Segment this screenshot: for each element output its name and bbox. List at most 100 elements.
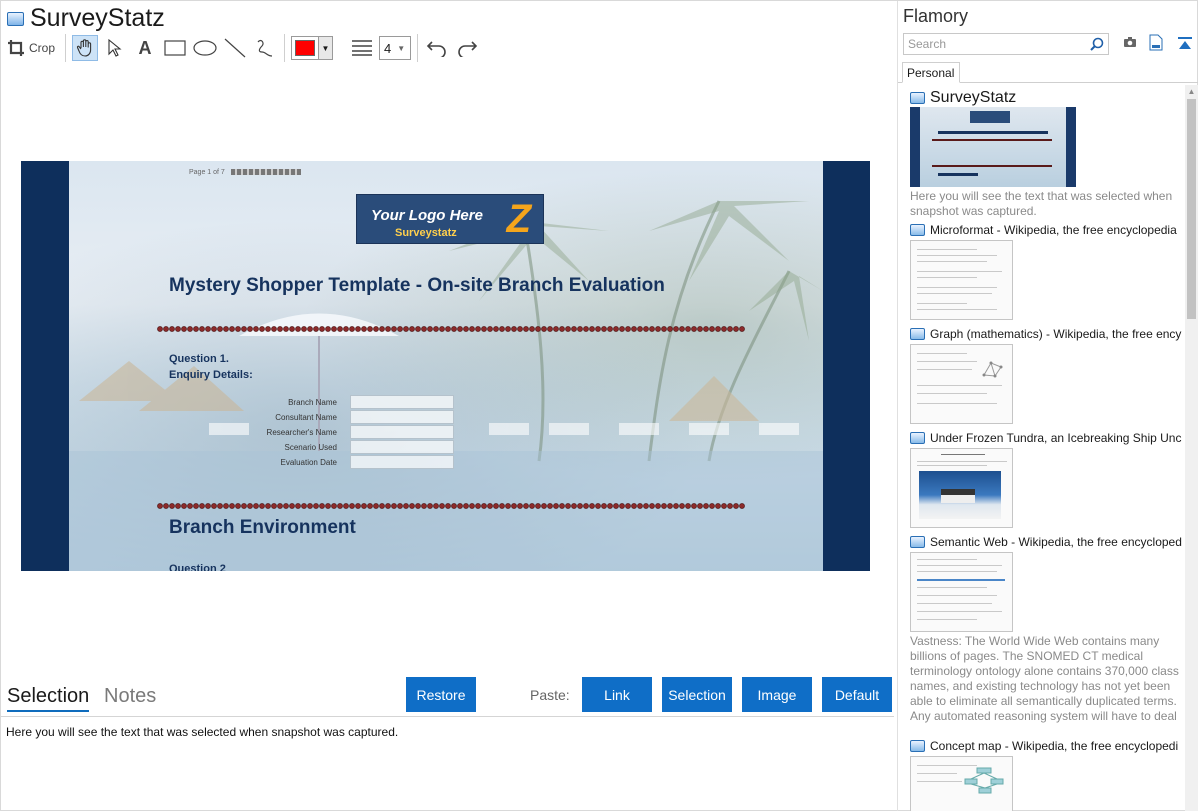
toolbar-divider [417, 34, 419, 62]
app-title: SurveyStatz [30, 4, 165, 32]
undo-icon [426, 41, 446, 57]
tab-notes[interactable]: Notes [104, 685, 156, 708]
thumbnail-line [917, 559, 977, 560]
list-item[interactable]: Microformat - Wikipedia, the free encycl… [910, 222, 1182, 320]
page-icon [910, 328, 925, 340]
redo-icon [458, 41, 478, 57]
thumbnail-line [917, 293, 992, 294]
scrollbar-thumb[interactable] [1187, 99, 1196, 319]
line-tool-button[interactable] [222, 35, 248, 61]
question-1: Question 1. Enquiry Details: [169, 351, 253, 383]
thumbnail-line [917, 781, 962, 782]
color-picker[interactable]: ▼ [291, 36, 334, 60]
thumbnail-line [917, 603, 992, 604]
page-indicator: Page 1 of 7 [189, 169, 301, 176]
freehand-icon [257, 39, 273, 57]
text-tool-button[interactable]: A [132, 35, 158, 61]
toolbar-divider [284, 34, 286, 62]
stroke-width-button[interactable] [349, 35, 375, 61]
paste-image-button[interactable]: Image [742, 677, 812, 712]
sidebar-scrollbar[interactable]: ▲ [1185, 85, 1198, 811]
bead-divider [157, 326, 745, 332]
list-item-header: Graph (mathematics) - Wikipedia, the fre… [910, 326, 1182, 342]
snapshot-page: Page 1 of 7 Your Logo Here Surveystatz Z… [69, 161, 823, 571]
question-1-sub: Enquiry Details: [169, 369, 253, 381]
form-label: Evaluation Date [280, 458, 337, 467]
list-item[interactable]: SurveyStatz Here you will see the text t… [910, 89, 1182, 219]
rectangle-icon [164, 40, 186, 56]
thumbnail-line [917, 403, 997, 404]
page-icon [910, 740, 925, 752]
paste-default-button[interactable]: Default [822, 677, 892, 712]
snapshot-list: SurveyStatz Here you will see the text t… [898, 85, 1182, 811]
list-item-header: Microformat - Wikipedia, the free encycl… [910, 222, 1182, 238]
list-item[interactable]: Graph (mathematics) - Wikipedia, the fre… [910, 326, 1182, 424]
redo-button[interactable] [454, 35, 480, 61]
thumbnail-logo [970, 111, 1010, 123]
thumbnail-line [917, 353, 967, 354]
list-item-title: Graph (mathematics) - Wikipedia, the fre… [930, 327, 1182, 341]
bead-divider [157, 503, 745, 509]
thumbnail-line [917, 619, 977, 620]
snapshot-thumbnail [910, 552, 1013, 632]
thumbnail-line [917, 277, 977, 278]
undo-button[interactable] [424, 35, 450, 61]
form-field [350, 410, 454, 424]
form-field [350, 395, 454, 409]
search-icon[interactable] [1090, 37, 1104, 51]
restore-button[interactable]: Restore [406, 677, 476, 712]
snapshot-image[interactable]: Page 1 of 7 Your Logo Here Surveystatz Z… [21, 161, 870, 571]
select-tool-button[interactable] [102, 35, 128, 61]
rectangle-tool-button[interactable] [162, 35, 188, 61]
stroke-width-value: 4 [384, 40, 392, 56]
ship-photo-detail [941, 489, 975, 503]
freehand-tool-button[interactable] [252, 35, 278, 61]
crop-label: Crop [29, 41, 56, 55]
graph-diagram-image [982, 361, 1003, 378]
thumbnail-line [917, 271, 1002, 272]
paste-link-button[interactable]: Link [582, 677, 652, 712]
stroke-width-select[interactable]: 4 ▼ [379, 36, 412, 60]
page-icon [7, 11, 24, 26]
form-field [350, 455, 454, 469]
paste-selection-button[interactable]: Selection [662, 677, 732, 712]
snapshot-thumbnail [910, 107, 1076, 187]
scroll-up-icon[interactable]: ▲ [1187, 87, 1196, 96]
list-item-header: Under Frozen Tundra, an Icebreaking Ship… [910, 430, 1182, 446]
question-1-label: Question 1. [169, 353, 229, 365]
document-heading: Mystery Shopper Template - On-site Branc… [169, 275, 665, 296]
crop-icon [8, 40, 24, 56]
sidebar-title: Flamory [903, 6, 969, 26]
page-indicator-text: Page 1 of 7 [189, 169, 225, 176]
snapshot-thumbnail [910, 344, 1013, 424]
thumbnail-line [917, 393, 987, 394]
page-icon [910, 536, 925, 548]
list-item-header: Semantic Web - Wikipedia, the free encyc… [910, 534, 1182, 550]
form-label: Scenario Used [284, 443, 337, 452]
chevron-down-icon: ▼ [318, 37, 333, 59]
hand-tool-button[interactable] [72, 35, 99, 61]
ellipse-tool-button[interactable] [192, 35, 218, 61]
thumbnail-divider [932, 165, 1052, 167]
thumbnail-line [917, 579, 1005, 581]
thumbnail-line [917, 611, 1002, 612]
thumbnail-heading [938, 131, 1048, 134]
logo-mark: Z [506, 197, 531, 241]
survey-logo: Your Logo Here Surveystatz Z [356, 194, 544, 244]
crop-button[interactable]: Crop [7, 35, 55, 61]
list-item[interactable]: Concept map - Wikipedia, the free encycl… [910, 738, 1182, 811]
list-item[interactable]: Under Frozen Tundra, an Icebreaking Ship… [910, 430, 1182, 528]
search-input[interactable]: Search [903, 33, 1109, 55]
document-icon[interactable] [1149, 34, 1163, 51]
list-item[interactable]: Semantic Web - Wikipedia, the free encyc… [910, 534, 1182, 726]
thumbnail-line [917, 361, 977, 362]
tab-personal[interactable]: Personal [902, 62, 960, 83]
concept-map-image [964, 767, 1004, 794]
app-window: SurveyStatz Crop A ▼ 4 ▼ Page 1 of 7 You… [0, 0, 1198, 811]
collapse-icon[interactable] [1177, 36, 1193, 50]
list-item-description: Vastness: The World Wide Web contains ma… [910, 634, 1179, 726]
tab-selection[interactable]: Selection [7, 685, 90, 712]
list-item-header: SurveyStatz [910, 89, 1182, 107]
thumbnail-line [917, 261, 987, 262]
camera-icon[interactable] [1123, 36, 1137, 48]
